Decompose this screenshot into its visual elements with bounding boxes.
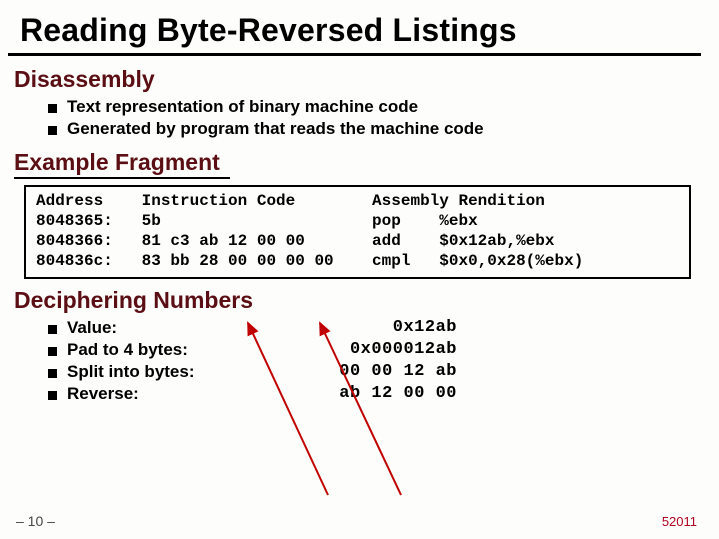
decipher-row: Split into bytes: 00 00 12 ab: [48, 362, 699, 382]
footer-id: 52011: [662, 514, 697, 529]
decipher-value: ab 12 00 00: [257, 384, 457, 403]
section-example: Example Fragment: [0, 141, 719, 183]
decipher-value: 0x12ab: [257, 318, 457, 337]
decipher-label: Value:: [67, 318, 257, 338]
square-bullet-icon: [48, 325, 57, 334]
bullet-text: Generated by program that reads the mach…: [67, 119, 484, 139]
section-decipher: Deciphering Numbers Value: 0x12ab Pad to…: [0, 279, 719, 404]
decipher-row: Value: 0x12ab: [48, 318, 699, 338]
code-fragment: Address Instruction Code Assembly Rendit…: [24, 185, 691, 279]
heading-example: Example Fragment: [14, 149, 230, 179]
decipher-row: Reverse: ab 12 00 00: [48, 384, 699, 404]
heading-disassembly: Disassembly: [14, 66, 699, 93]
bullet-item: Generated by program that reads the mach…: [48, 119, 699, 139]
decipher-label: Pad to 4 bytes:: [67, 340, 257, 360]
square-bullet-icon: [48, 126, 57, 135]
decipher-value: 0x000012ab: [257, 340, 457, 359]
section-disassembly: Disassembly Text representation of binar…: [0, 56, 719, 139]
decipher-row: Pad to 4 bytes: 0x000012ab: [48, 340, 699, 360]
decipher-label: Split into bytes:: [67, 362, 257, 382]
heading-decipher: Deciphering Numbers: [14, 287, 699, 314]
decipher-label: Reverse:: [67, 384, 257, 404]
bullet-list: Text representation of binary machine co…: [14, 97, 699, 139]
bullet-text: Text representation of binary machine co…: [67, 97, 418, 117]
bullet-item: Text representation of binary machine co…: [48, 97, 699, 117]
footer-page-number: – 10 –: [16, 513, 55, 529]
square-bullet-icon: [48, 347, 57, 356]
square-bullet-icon: [48, 369, 57, 378]
square-bullet-icon: [48, 391, 57, 400]
decipher-list: Value: 0x12ab Pad to 4 bytes: 0x000012ab…: [14, 318, 699, 404]
square-bullet-icon: [48, 104, 57, 113]
decipher-value: 00 00 12 ab: [257, 362, 457, 381]
slide-title: Reading Byte-Reversed Listings: [8, 0, 701, 56]
